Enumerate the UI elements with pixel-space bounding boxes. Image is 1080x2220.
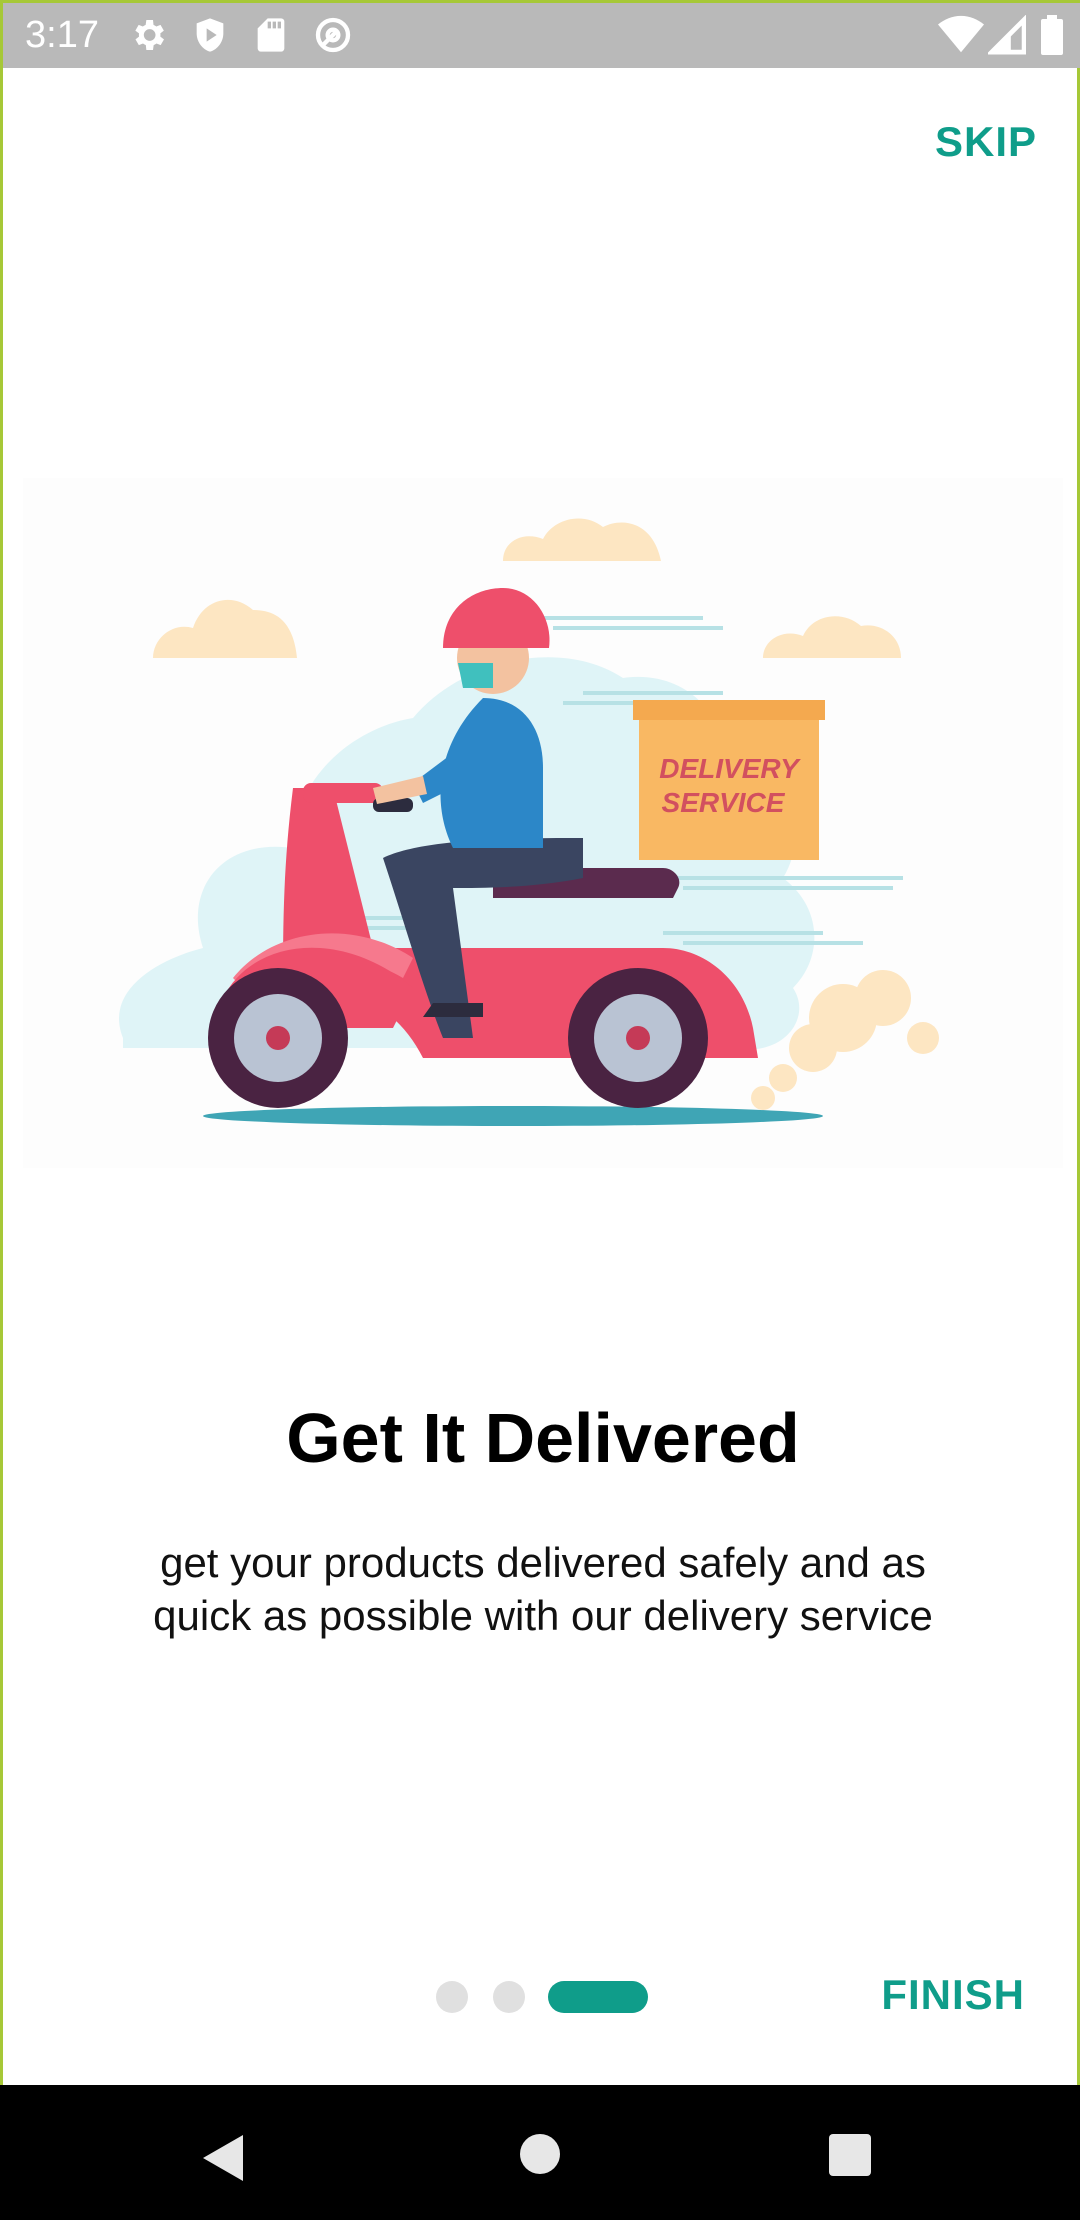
- box-label-line1: DELIVERY: [659, 753, 801, 784]
- skip-button[interactable]: SKIP: [935, 118, 1037, 166]
- delivery-box: DELIVERY SERVICE: [633, 700, 825, 860]
- sd-card-icon: [251, 15, 291, 55]
- page-dot-1[interactable]: [436, 1981, 468, 2013]
- recents-icon[interactable]: [829, 2134, 871, 2176]
- home-icon[interactable]: [520, 2134, 560, 2174]
- page-dot-2[interactable]: [493, 1981, 525, 2013]
- onboarding-screen: 3:17 SKIP DELIVERY SERVICE Get It Delive…: [0, 0, 1080, 2220]
- status-time: 3:17: [25, 14, 99, 56]
- box-label-line2: SERVICE: [662, 787, 786, 818]
- signal-icon: [986, 14, 1027, 55]
- battery-icon: [1041, 15, 1063, 55]
- finish-button[interactable]: FINISH: [881, 1971, 1025, 2019]
- page-subtitle: get your products delivered safely and a…: [153, 1539, 933, 1639]
- status-bar: 3:17: [3, 3, 1080, 68]
- delivery-illustration: DELIVERY SERVICE: [23, 478, 1063, 1168]
- back-icon[interactable]: [203, 2135, 247, 2186]
- at-sign-icon: [313, 15, 353, 55]
- play-protect-icon: [190, 15, 230, 55]
- page-dot-3-active[interactable]: [548, 1981, 648, 2013]
- page-title: Get It Delivered: [286, 1399, 800, 1477]
- ground-shadow: [203, 1106, 823, 1126]
- gear-icon: [128, 15, 168, 55]
- wifi-icon: [938, 15, 984, 55]
